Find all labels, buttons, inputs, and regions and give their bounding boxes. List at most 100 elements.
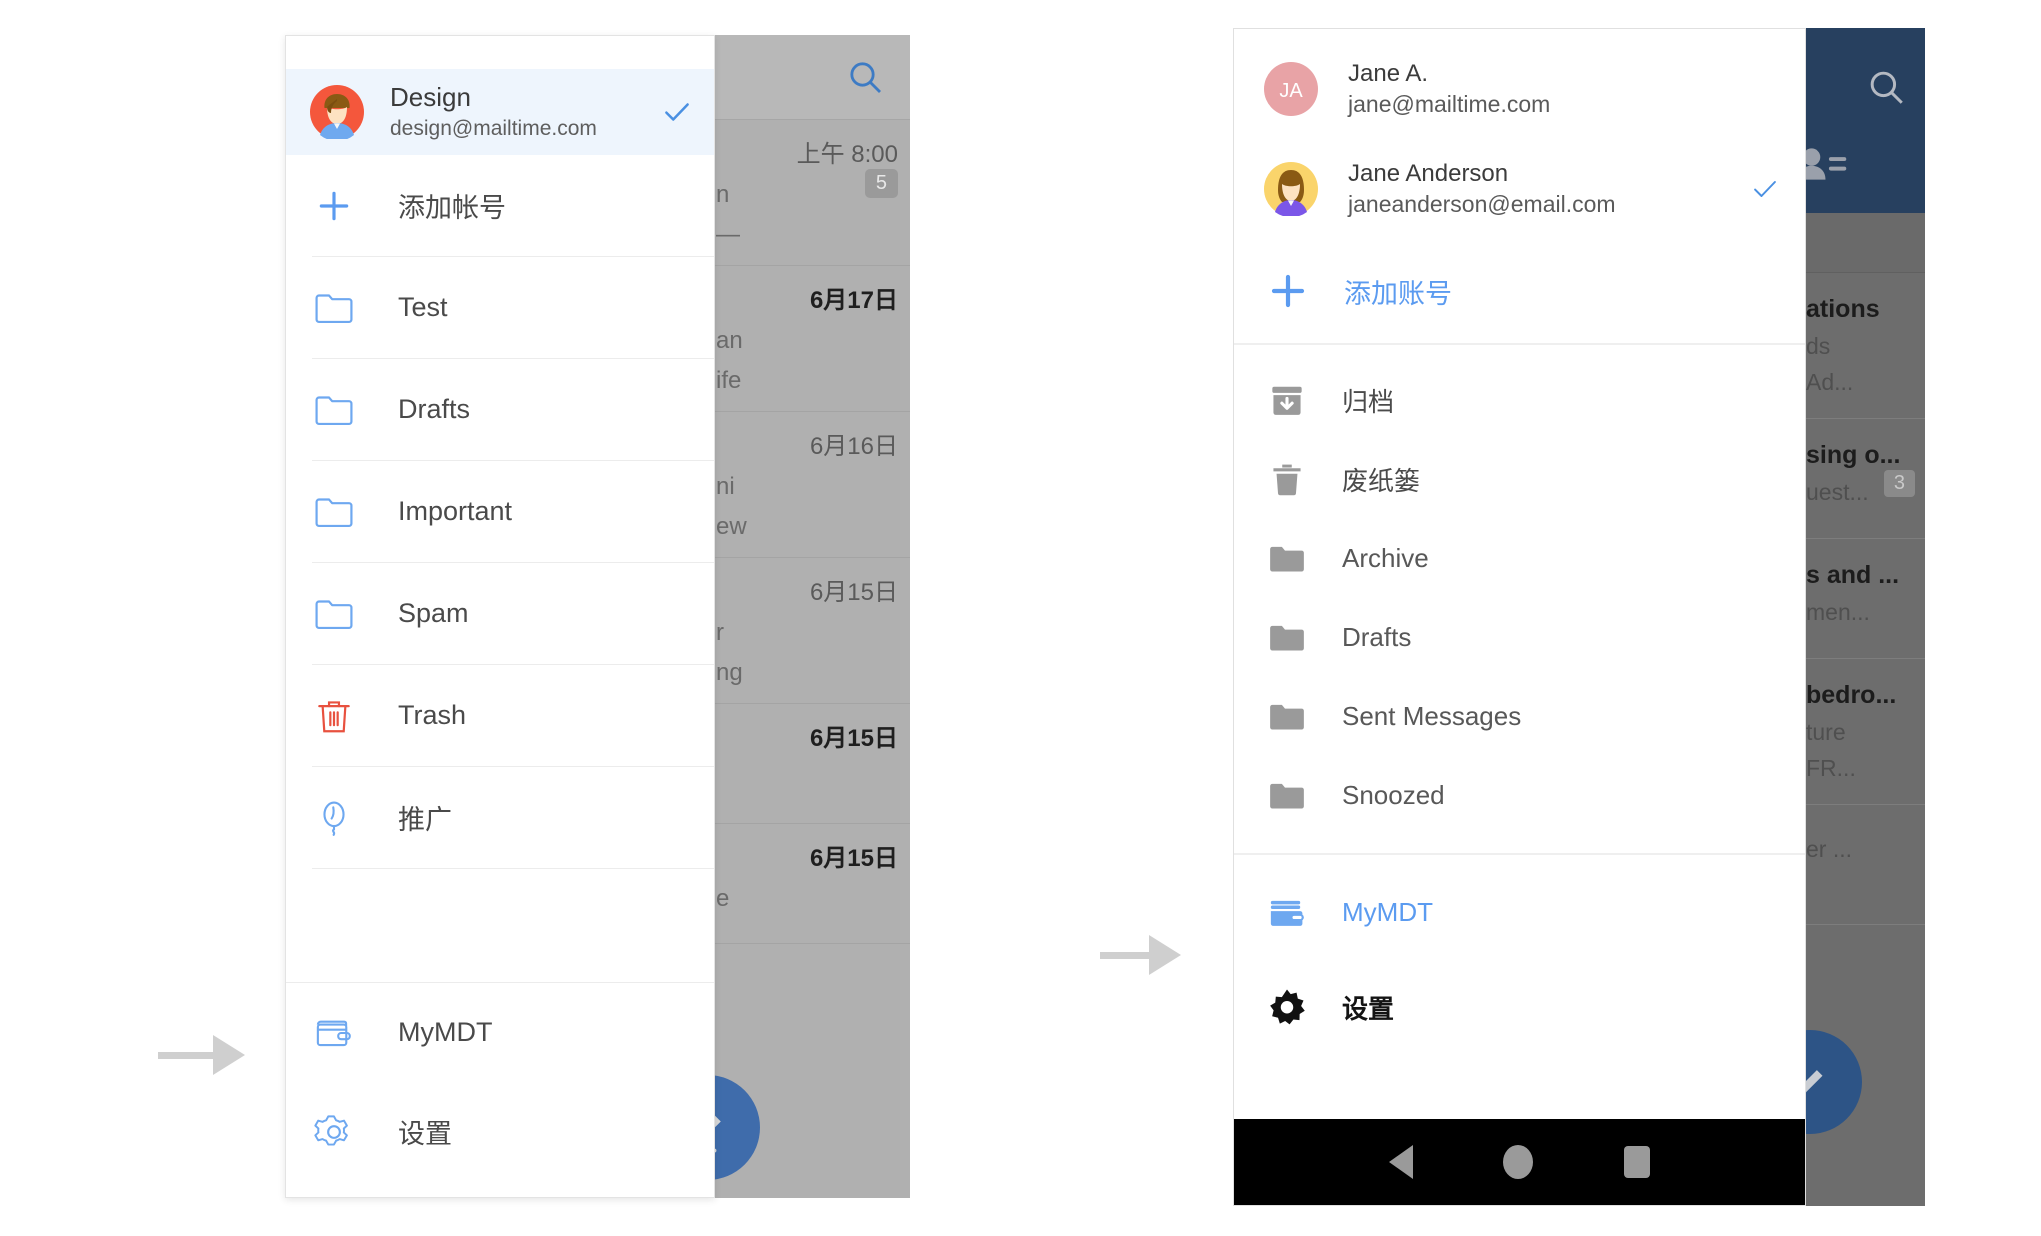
right-bg-rows: ations ds Ad... sing o... 3 uest... s and ... m… — [1806, 273, 1925, 925]
avatar-initials-icon: JA — [1264, 62, 1318, 116]
account-meta: Jane Anderson janeanderson@email.com — [1348, 160, 1751, 218]
bottom-label: 设置 — [1342, 994, 1395, 1024]
folder-row[interactable]: Spam — [286, 563, 714, 664]
account-row-jane-anderson[interactable]: Jane Anderson janeanderson@email.com — [1234, 151, 1805, 227]
search-icon[interactable] — [1865, 66, 1907, 108]
annotation-arrow-left — [158, 1035, 245, 1075]
mail-row[interactable]: s and ... men... — [1806, 539, 1925, 659]
nav-home-icon[interactable] — [1503, 1145, 1534, 1179]
bottom-row[interactable]: 设置 — [286, 1082, 714, 1181]
avatar-person-icon — [1264, 162, 1318, 218]
check-icon — [1751, 175, 1779, 203]
mail-row[interactable]: sing o... 3 uest... — [1806, 419, 1925, 539]
mail-row[interactable]: er ... — [1806, 805, 1925, 925]
folder-row[interactable]: 废纸篓 — [1234, 446, 1805, 513]
nav-recents-icon[interactable] — [1623, 1146, 1650, 1178]
account-row-design[interactable]: Design design@mailtime.com — [286, 69, 714, 155]
mail-line2: ng — [716, 659, 743, 686]
mail-row[interactable]: bedro... ture FR... — [1806, 659, 1925, 805]
left-bg-rows: 上午 8:00 5 n —6月17日 an ife 6月16日 ni ew 6月15日 r ng 6月1… — [710, 120, 910, 944]
compose-fab[interactable] — [710, 1075, 760, 1180]
folder-row[interactable]: Drafts — [1234, 604, 1805, 671]
account-meta: Design design@mailtime.com — [390, 82, 662, 141]
screenshot-stage: 上午 8:00 5 n —6月17日 an ife 6月16日 ni ew 6月15日 r ng 6月1… — [0, 0, 2041, 1236]
wallet-filled-icon — [1264, 890, 1310, 936]
annotation-arrow-middle — [1100, 935, 1181, 975]
mail-line1: r — [716, 619, 724, 646]
mail-sub2: er ... — [1806, 836, 1853, 862]
mail-date: 6月15日 — [809, 845, 898, 872]
folder-label: 归档 — [1342, 387, 1395, 417]
mail-line2: e — [716, 885, 730, 912]
search-icon[interactable] — [845, 57, 885, 97]
balloon-outline-icon — [312, 796, 356, 840]
folder-row[interactable]: Important — [286, 461, 714, 562]
gear-filled-icon — [1264, 985, 1310, 1031]
right-bg-tabstrip — [1806, 213, 1925, 273]
bottom-row[interactable]: 设置 — [1234, 974, 1805, 1041]
add-account-row[interactable]: 添加帐号 — [286, 155, 714, 256]
folder-label: Test — [398, 292, 448, 322]
mail-row[interactable]: ations ds Ad... — [1806, 273, 1925, 419]
folder-row[interactable]: Trash — [286, 665, 714, 766]
folder-outline-icon — [312, 592, 356, 636]
mail-row[interactable]: 6月15日 r ng — [710, 558, 910, 704]
compose-fab[interactable] — [1806, 1030, 1862, 1134]
bottom-label: 设置 — [398, 1119, 452, 1149]
right-navigation-drawer: JA Jane A. jane@mailtime.com Jane Anders… — [1233, 28, 1806, 1206]
drawer-spacer — [1234, 1041, 1805, 1119]
account-name: Jane Anderson — [1348, 160, 1509, 188]
right-folder-list: 归档废纸篓 Archive Drafts Sent Messages Snoozed — [1234, 367, 1805, 829]
folder-row[interactable]: Test — [286, 257, 714, 358]
mail-row[interactable]: 6月16日 ni ew — [710, 412, 910, 558]
mail-row[interactable]: 6月15日 e — [710, 824, 910, 944]
contacts-icon[interactable] — [1806, 143, 1848, 185]
account-meta: Jane A. jane@mailtime.com — [1348, 60, 1779, 118]
bottom-row[interactable]: MyMDT — [286, 983, 714, 1082]
bottom-label: MyMDT — [1342, 897, 1433, 927]
unread-badge: 5 — [864, 169, 898, 198]
folder-row[interactable]: 推广 — [286, 767, 714, 868]
mail-row[interactable]: 上午 8:00 5 n — — [710, 120, 910, 266]
trash-outline-icon — [312, 694, 356, 738]
folder-filled-icon — [1264, 773, 1310, 819]
folder-label: Drafts — [1342, 622, 1412, 652]
folder-label: Drafts — [398, 394, 471, 424]
add-account-row[interactable]: 添加账号 — [1234, 251, 1805, 331]
plus-icon — [312, 184, 356, 228]
mail-sub1: ture — [1806, 719, 1846, 745]
check-icon — [662, 97, 692, 127]
nav-back-icon[interactable] — [1389, 1145, 1414, 1179]
folder-label: 推广 — [398, 805, 452, 835]
folder-row[interactable]: 归档 — [1234, 367, 1805, 434]
folder-label: 废纸篓 — [1342, 466, 1421, 496]
avatar-person-icon — [310, 85, 364, 142]
arrow-head — [1149, 935, 1181, 975]
archive-icon — [1264, 378, 1310, 424]
plus-icon — [1264, 267, 1312, 315]
folder-label: Important — [398, 496, 513, 526]
folder-row[interactable]: Drafts — [286, 359, 714, 460]
mail-title: s and ... — [1806, 561, 1900, 589]
mail-date: 6月15日 — [809, 579, 898, 606]
android-navigation-bar — [1234, 1119, 1805, 1205]
folder-label: Spam — [398, 598, 469, 628]
mail-date: 上午 8:00 — [796, 141, 898, 168]
drawer-top-pad — [1234, 29, 1805, 51]
mail-row[interactable]: 6月15日 — [710, 704, 910, 824]
account-row-jane-a[interactable]: JA Jane A. jane@mailtime.com — [1234, 51, 1805, 127]
left-screen: 上午 8:00 5 n —6月17日 an ife 6月16日 ni ew 6月15日 r ng 6月1… — [285, 35, 910, 1198]
mail-title: ations — [1806, 295, 1880, 323]
folder-row[interactable]: Archive — [1234, 525, 1805, 592]
folder-row[interactable]: Snoozed — [1234, 762, 1805, 829]
right-screen: ations ds Ad... sing o... 3 uest... s and ... m… — [1233, 28, 1925, 1206]
gear-outline-icon — [312, 1110, 356, 1154]
bottom-row[interactable]: MyMDT — [1234, 879, 1805, 946]
folder-row[interactable]: Sent Messages — [1234, 683, 1805, 750]
trash-filled-icon — [1264, 457, 1310, 503]
mail-row[interactable]: 6月17日 an ife — [710, 266, 910, 412]
